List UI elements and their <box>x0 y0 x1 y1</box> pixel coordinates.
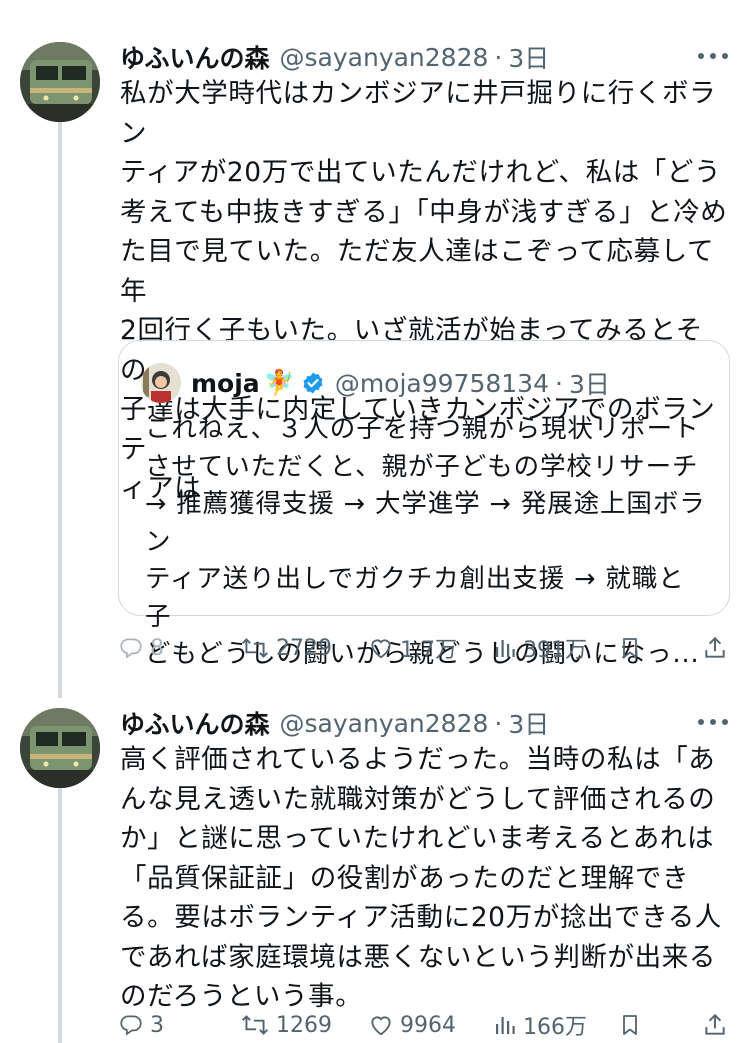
bookmark-button[interactable] <box>618 1008 648 1042</box>
author-handle[interactable]: @sayanyan2828 <box>280 709 489 738</box>
separator-dot: · <box>494 42 503 72</box>
retweet-icon <box>241 1015 269 1035</box>
separator-dot: · <box>494 708 503 738</box>
like-icon <box>371 639 391 659</box>
like-count: 1.7万 <box>400 638 457 663</box>
reply-icon <box>120 638 142 659</box>
share-button[interactable] <box>702 631 734 665</box>
like-icon <box>371 1016 391 1036</box>
reply-button[interactable]: 8 <box>118 631 164 665</box>
action-bar: 8 2729 1.7万 391万 <box>118 631 730 665</box>
views-count: 166万 <box>523 1015 587 1040</box>
author-handle[interactable]: @sayanyan2828 <box>280 43 489 72</box>
retweet-button[interactable]: 1269 <box>240 1008 332 1042</box>
retweet-count: 1269 <box>276 1012 332 1038</box>
tweet-text: 高く評価されているようだった。当時の私は「あ んな見え透いた就職対策がどうして評… <box>120 744 722 1012</box>
reply-count: 3 <box>150 1012 164 1038</box>
tweet-header: ゆふいんの森 @sayanyan2828 · 3日 <box>120 40 690 74</box>
reply-button[interactable]: 3 <box>118 1008 164 1042</box>
timestamp[interactable]: 3日 <box>508 705 549 741</box>
like-button[interactable]: 9964 <box>368 1008 456 1042</box>
views-icon <box>496 640 515 657</box>
retweet-button[interactable]: 2729 <box>240 631 332 665</box>
tweet-2[interactable]: ゆふいんの森 @sayanyan2828 · 3日 高く評価されているようだった… <box>0 706 750 1043</box>
share-icon <box>705 636 725 658</box>
quote-timestamp[interactable]: 3日 <box>569 365 610 401</box>
quote-avatar[interactable] <box>141 363 181 403</box>
tweet-1[interactable]: ゆふいんの森 @sayanyan2828 · 3日 私が大学時代はカンボジアに井… <box>0 40 750 680</box>
quote-author-handle[interactable]: @moja99758134 <box>335 369 549 398</box>
views-button[interactable]: 166万 <box>493 1008 587 1042</box>
avatar[interactable] <box>20 708 100 788</box>
more-icon[interactable] <box>696 712 730 732</box>
views-button[interactable]: 391万 <box>493 631 587 665</box>
retweet-count: 2729 <box>276 635 332 661</box>
quote-author-name[interactable]: moja <box>191 369 260 398</box>
timestamp[interactable]: 3日 <box>508 39 549 75</box>
author-name[interactable]: ゆふいんの森 <box>120 705 270 741</box>
quoted-tweet[interactable]: moja 🧚 @moja99758134 · 3日 これねえ、３人の子を持つ親か… <box>118 340 730 669</box>
bookmark-icon <box>623 1015 637 1035</box>
fairy-emoji: 🧚 <box>263 368 295 397</box>
views-icon <box>496 1017 515 1034</box>
share-icon <box>705 1013 725 1035</box>
tweet-header: ゆふいんの森 @sayanyan2828 · 3日 <box>120 706 690 740</box>
bookmark-icon <box>623 638 637 658</box>
separator-dot: · <box>554 368 563 398</box>
reply-count: 8 <box>150 635 164 661</box>
more-icon[interactable] <box>696 46 730 66</box>
quote-header: moja 🧚 @moja99758134 · 3日 <box>191 365 610 401</box>
like-count: 9964 <box>400 1012 456 1038</box>
avatar[interactable] <box>20 42 100 122</box>
bookmark-button[interactable] <box>618 631 648 665</box>
retweet-icon <box>241 638 269 658</box>
action-bar: 3 1269 9964 166万 <box>118 1008 730 1042</box>
like-button[interactable]: 1.7万 <box>368 631 457 665</box>
verified-badge-icon <box>301 371 325 395</box>
views-count: 391万 <box>523 638 587 663</box>
reply-icon <box>120 1015 142 1036</box>
author-name[interactable]: ゆふいんの森 <box>120 39 270 75</box>
share-button[interactable] <box>702 1008 734 1042</box>
